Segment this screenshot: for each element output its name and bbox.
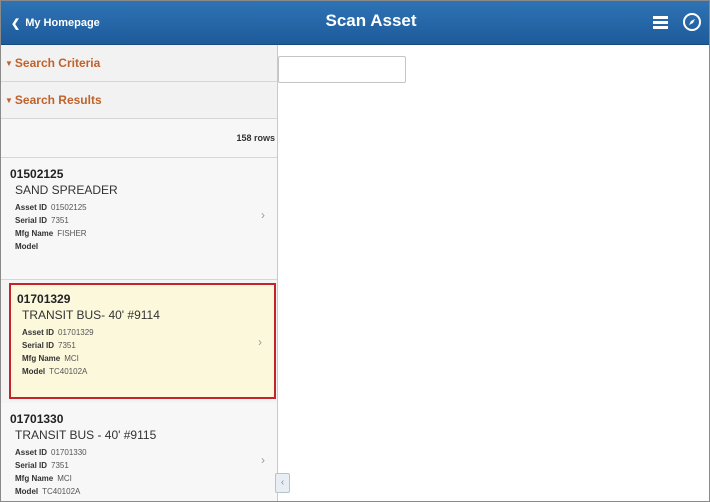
scan-input-field[interactable] (278, 56, 406, 83)
back-label: My Homepage (25, 17, 100, 29)
list-item[interactable]: 01701330 TRANSIT BUS - 40' #9115 Asset I… (1, 403, 277, 501)
back-button[interactable]: ❮ My Homepage (11, 14, 100, 32)
search-panel: ▼ Search Criteria ▼ Search Results 158 r… (1, 45, 278, 501)
result-description: SAND SPREADER (15, 183, 118, 197)
asset-id-row: Asset ID 01701329 (22, 328, 94, 337)
model-row: Model TC40102A (22, 367, 88, 376)
rows-count: 158 rows (1, 119, 277, 158)
chevron-right-icon: › (258, 335, 262, 349)
list-item-selected[interactable]: 01701329 TRANSIT BUS- 40' #9114 Asset ID… (9, 283, 276, 399)
mfg-name-row: Mfg Name MCI (15, 474, 72, 483)
result-id: 01701329 (17, 292, 71, 306)
search-criteria-label: Search Criteria (14, 56, 101, 70)
app-window: ❮ My Homepage Scan Asset ▼ Search Criter… (0, 0, 710, 502)
hamburger-menu-icon[interactable] (653, 16, 668, 29)
model-row: Model (15, 242, 39, 251)
search-results-label: Search Results (14, 93, 102, 107)
chevron-right-icon: › (261, 453, 265, 467)
asset-id-row: Asset ID 01701330 (15, 448, 87, 457)
list-item[interactable]: 01502125 SAND SPREADER Asset ID 01502125 … (1, 158, 277, 280)
mfg-name-row: Mfg Name FISHER (15, 229, 87, 238)
asset-id-row: Asset ID 01502125 (15, 203, 87, 212)
search-criteria-header[interactable]: ▼ Search Criteria (1, 45, 277, 82)
page-title: Scan Asset (325, 11, 417, 30)
mfg-name-row: Mfg Name MCI (22, 354, 79, 363)
chevron-left-icon: ❮ (11, 17, 21, 30)
chevron-left-icon: ‹ (280, 477, 285, 488)
search-results-header[interactable]: ▼ Search Results (1, 82, 277, 119)
chevron-right-icon: › (261, 208, 265, 222)
navbar-compass-icon[interactable] (682, 12, 702, 32)
triangle-down-icon: ▼ (5, 58, 13, 68)
result-id: 01701330 (10, 412, 64, 426)
result-description: TRANSIT BUS- 40' #9114 (22, 308, 160, 322)
serial-id-row: Serial ID 7351 (15, 216, 69, 225)
model-row: Model TC40102A (15, 487, 81, 496)
serial-id-row: Serial ID 7351 (15, 461, 69, 470)
header-bar: ❮ My Homepage Scan Asset (1, 1, 709, 45)
result-id: 01502125 (10, 167, 64, 181)
triangle-down-icon: ▼ (5, 95, 13, 105)
result-description: TRANSIT BUS - 40' #9115 (15, 428, 157, 442)
collapse-panel-button[interactable]: ‹ (275, 473, 290, 493)
serial-id-row: Serial ID 7351 (22, 341, 76, 350)
